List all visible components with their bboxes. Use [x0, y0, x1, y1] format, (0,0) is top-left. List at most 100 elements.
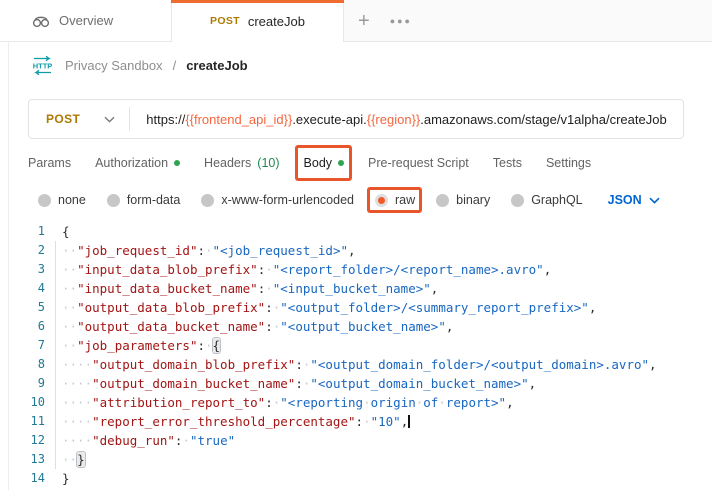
line-number: 8: [0, 355, 45, 374]
code-content: ··"output_data_bucket_name":·"<output_bu…: [45, 317, 453, 336]
request-tab-label: Params: [28, 156, 71, 170]
code-content: ··"input_data_blob_prefix":·"<report_fol…: [45, 260, 551, 279]
code-content: ··}: [45, 450, 85, 469]
request-tabs: Params Authorization Headers (10) Body Pre-re…: [28, 146, 712, 180]
line-number: 5: [0, 298, 45, 317]
radio-icon: [201, 194, 214, 207]
request-tab-label: Authorization: [95, 156, 168, 170]
line-number: 3: [0, 260, 45, 279]
headers-count-badge: (10): [257, 156, 279, 170]
tab-overview-label: Overview: [59, 13, 113, 28]
body-editor[interactable]: 1{2··"job_request_id":·"<job_request_id>…: [0, 218, 712, 490]
body-type-binary[interactable]: binary: [436, 193, 490, 207]
code-line[interactable]: 1{: [0, 222, 712, 241]
code-content: ··"job_request_id":·"<job_request_id>",: [45, 241, 356, 260]
breadcrumb-collection[interactable]: Privacy Sandbox: [65, 58, 163, 73]
radio-icon: [38, 194, 51, 207]
request-tab-params[interactable]: Params: [28, 146, 71, 180]
chevron-down-icon: [104, 110, 115, 128]
code-content: {: [45, 222, 70, 241]
url-segment: .execute-api.: [292, 112, 366, 127]
code-line[interactable]: 5··"output_data_blob_prefix":·"<output_f…: [0, 298, 712, 317]
body-type-label: x-www-form-urlencoded: [221, 193, 354, 207]
url-segment: https://: [146, 112, 185, 127]
body-type-raw[interactable]: raw: [375, 193, 415, 207]
code-line[interactable]: 8····"output_domain_blob_prefix":·"<outp…: [0, 355, 712, 374]
code-line[interactable]: 11····"report_error_threshold_percentage…: [0, 412, 712, 431]
body-type-graphql[interactable]: GraphQL: [511, 193, 582, 207]
code-content: ····"attribution_report_to":·"<reporting…: [45, 393, 514, 412]
code-content: ····"output_domain_blob_prefix":·"<outpu…: [45, 355, 657, 374]
tab-options-button[interactable]: ●●●: [390, 16, 412, 26]
url-input[interactable]: https://{{frontend_api_id}}.execute-api.…: [146, 112, 666, 127]
request-tab-headers[interactable]: Headers (10): [204, 146, 279, 180]
code-line[interactable]: 12····"debug_run":·"true": [0, 431, 712, 450]
code-line[interactable]: 9····"output_domain_bucket_name":·"<outp…: [0, 374, 712, 393]
radio-icon: [511, 194, 524, 207]
body-type-label: GraphQL: [531, 193, 582, 207]
tab-overview[interactable]: Overview: [0, 0, 172, 42]
url-segment: .amazonaws.com/stage/v1alpha/createJob: [420, 112, 666, 127]
body-type-form-data[interactable]: form-data: [107, 193, 181, 207]
format-dropdown[interactable]: JSON: [608, 191, 660, 209]
line-number: 13: [0, 450, 45, 469]
body-type-label: binary: [456, 193, 490, 207]
line-number: 12: [0, 431, 45, 450]
request-tab-settings[interactable]: Settings: [546, 146, 591, 180]
breadcrumb-request: createJob: [186, 58, 247, 73]
body-type-label: raw: [395, 193, 415, 207]
request-url-bar: POST https://{{frontend_api_id}}.execute…: [28, 99, 684, 139]
tab-createjob-label: createJob: [248, 14, 305, 29]
code-line[interactable]: 3··"input_data_blob_prefix":·"<report_fo…: [0, 260, 712, 279]
line-number: 14: [0, 469, 45, 488]
http-icon: HTTP: [30, 55, 55, 76]
code-content: ··"job_parameters":·{: [45, 336, 220, 355]
breadcrumb-separator: /: [173, 58, 177, 73]
code-line[interactable]: 7··"job_parameters":·{: [0, 336, 712, 355]
radio-icon: [436, 194, 449, 207]
request-tab-body[interactable]: Body: [304, 146, 345, 180]
line-number: 6: [0, 317, 45, 336]
request-tab-label: Tests: [493, 156, 522, 170]
method-dropdown[interactable]: POST: [29, 110, 129, 128]
line-number: 1: [0, 222, 45, 241]
overview-icon: [32, 13, 50, 29]
line-number: 2: [0, 241, 45, 260]
body-type-label: form-data: [127, 193, 181, 207]
code-content: ····"debug_run":·"true": [45, 431, 235, 450]
code-line[interactable]: 6··"output_data_bucket_name":·"<output_b…: [0, 317, 712, 336]
code-content: ··"input_data_bucket_name":·"<input_buck…: [45, 279, 438, 298]
tab-method-badge: POST: [210, 15, 240, 27]
code-line[interactable]: 2··"job_request_id":·"<job_request_id>",: [0, 241, 712, 260]
code-line[interactable]: 10····"attribution_report_to":·"<reporti…: [0, 393, 712, 412]
tabbar-actions: + ●●●: [344, 0, 712, 42]
green-status-dot: [338, 160, 344, 166]
new-tab-button[interactable]: +: [358, 11, 370, 31]
code-line[interactable]: 14}: [0, 469, 712, 488]
request-tab-label: Body: [304, 156, 333, 170]
line-number: 7: [0, 336, 45, 355]
request-tab-pre-request-script[interactable]: Pre-request Script: [368, 146, 469, 180]
line-number: 9: [0, 374, 45, 393]
line-number: 11: [0, 412, 45, 431]
code-line[interactable]: 13··}: [0, 450, 712, 469]
green-status-dot: [174, 160, 180, 166]
tab-createjob[interactable]: POST createJob: [172, 0, 344, 42]
body-type-x-www-form-urlencoded[interactable]: x-www-form-urlencoded: [201, 193, 354, 207]
line-number: 4: [0, 279, 45, 298]
indent-guide: [55, 241, 56, 469]
code-line[interactable]: 4··"input_data_bucket_name":·"<input_buc…: [0, 279, 712, 298]
request-tab-label: Headers: [204, 156, 251, 170]
request-tab-authorization[interactable]: Authorization: [95, 146, 180, 180]
url-variable: {{region}}: [367, 112, 421, 127]
workspace-tabbar: Overview POST createJob + ●●●: [0, 0, 712, 42]
code-content: }: [45, 469, 70, 488]
format-label: JSON: [608, 193, 642, 207]
breadcrumb: HTTP Privacy Sandbox / createJob: [30, 46, 248, 84]
url-divider: [129, 107, 130, 131]
code-content: ····"output_domain_bucket_name":·"<outpu…: [45, 374, 536, 393]
line-number: 10: [0, 393, 45, 412]
postman-window: Overview POST createJob + ●●● HTTP Priva…: [0, 0, 712, 490]
request-tab-tests[interactable]: Tests: [493, 146, 522, 180]
body-type-none[interactable]: none: [38, 193, 86, 207]
